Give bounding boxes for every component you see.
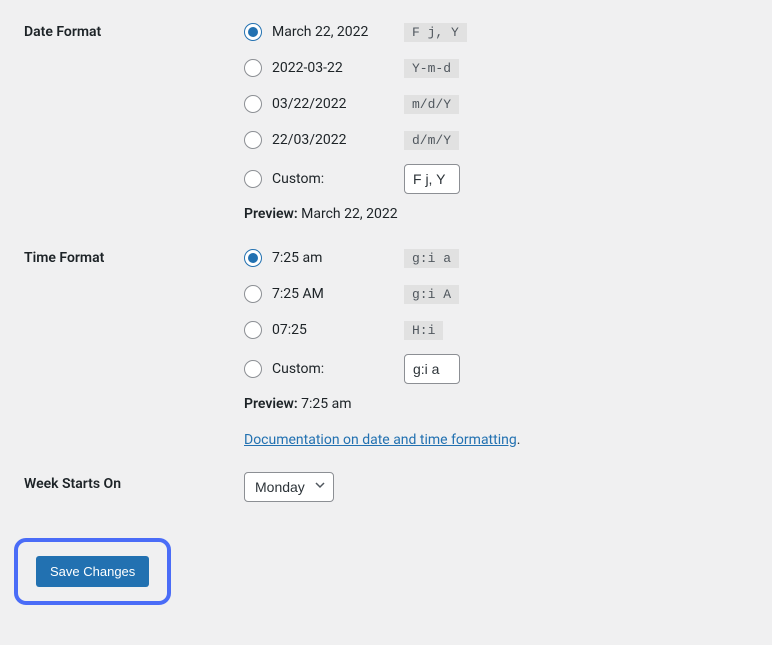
date-radio-label-2: 03/22/2022	[272, 96, 347, 112]
time-radio-label-0: 7:25 am	[272, 250, 322, 266]
date-custom-label: Custom:	[272, 171, 324, 187]
date-preview-value: March 22, 2022	[301, 206, 397, 222]
save-highlight: Save Changes	[14, 538, 171, 605]
date-format-field: March 22, 2022 F j, Y 2022-03-22 Y-m-d 0…	[244, 20, 752, 222]
time-custom-input[interactable]	[404, 354, 460, 384]
time-option-custom: Custom:	[244, 354, 752, 384]
date-radio-label-0: March 22, 2022	[272, 24, 368, 40]
date-radio-3[interactable]	[244, 131, 262, 149]
date-radio-1[interactable]	[244, 59, 262, 77]
time-radio-2[interactable]	[244, 321, 262, 339]
date-option-2: 03/22/2022 m/d/Y	[244, 92, 752, 116]
date-code-1: Y-m-d	[404, 59, 459, 78]
time-radio-0[interactable]	[244, 249, 262, 267]
week-start-row: Week Starts On Monday	[24, 472, 752, 502]
time-preview-label: Preview:	[244, 396, 298, 412]
date-option-1: 2022-03-22 Y-m-d	[244, 56, 752, 80]
time-code-0: g:i a	[404, 249, 459, 268]
date-option-3: 22/03/2022 d/m/Y	[244, 128, 752, 152]
date-code-0: F j, Y	[404, 23, 467, 42]
time-preview-value: 7:25 am	[301, 396, 351, 412]
time-custom-label: Custom:	[272, 361, 324, 377]
date-radio-2[interactable]	[244, 95, 262, 113]
time-radio-label-2: 07:25	[272, 322, 307, 338]
time-format-row: Time Format 7:25 am g:i a 7:25 AM g:i A	[24, 246, 752, 448]
time-option-0: 7:25 am g:i a	[244, 246, 752, 270]
week-start-field: Monday	[244, 472, 752, 502]
date-format-heading: Date Format	[24, 20, 244, 40]
time-preview: Preview: 7:25 am	[244, 396, 752, 412]
date-format-row: Date Format March 22, 2022 F j, Y 2022-0…	[24, 20, 752, 222]
date-custom-input[interactable]	[404, 164, 460, 194]
date-code-3: d/m/Y	[404, 131, 459, 150]
time-code-2: H:i	[404, 321, 443, 340]
date-code-2: m/d/Y	[404, 95, 459, 114]
date-radio-0[interactable]	[244, 23, 262, 41]
week-start-heading: Week Starts On	[24, 472, 244, 492]
date-option-custom: Custom:	[244, 164, 752, 194]
doc-link-period: .	[517, 432, 521, 448]
save-button[interactable]: Save Changes	[36, 556, 149, 587]
time-radio-label-1: 7:25 AM	[272, 286, 324, 302]
date-option-0: March 22, 2022 F j, Y	[244, 20, 752, 44]
week-start-select[interactable]: Monday	[244, 472, 334, 502]
time-format-field: 7:25 am g:i a 7:25 AM g:i A 07:25 H:i	[244, 246, 752, 448]
time-option-2: 07:25 H:i	[244, 318, 752, 342]
time-option-1: 7:25 AM g:i A	[244, 282, 752, 306]
date-radio-label-1: 2022-03-22	[272, 60, 343, 76]
date-radio-label-3: 22/03/2022	[272, 132, 347, 148]
date-preview: Preview: March 22, 2022	[244, 206, 752, 222]
time-radio-1[interactable]	[244, 285, 262, 303]
date-preview-label: Preview:	[244, 206, 298, 222]
date-radio-custom[interactable]	[244, 170, 262, 188]
doc-link[interactable]: Documentation on date and time formattin…	[244, 432, 517, 448]
time-radio-custom[interactable]	[244, 360, 262, 378]
time-format-heading: Time Format	[24, 246, 244, 266]
time-code-1: g:i A	[404, 285, 459, 304]
